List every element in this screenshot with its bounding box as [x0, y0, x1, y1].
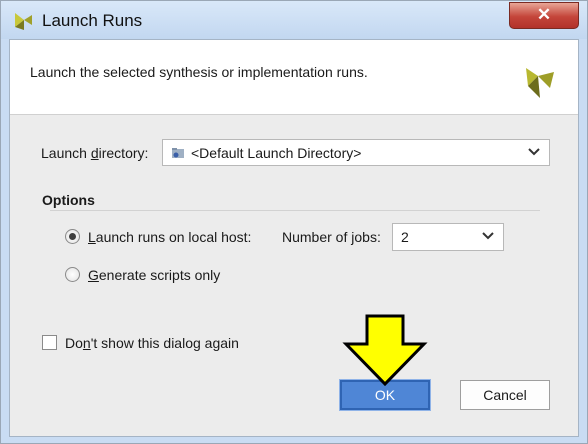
- dialog-description: Launch the selected synthesis or impleme…: [30, 64, 368, 80]
- header-band: Launch the selected synthesis or impleme…: [10, 40, 578, 115]
- generate-scripts-radio[interactable]: [65, 267, 80, 282]
- options-heading: Options: [42, 192, 95, 208]
- launch-local-host-radio[interactable]: [65, 229, 80, 244]
- close-icon: ✕: [536, 5, 552, 24]
- launch-local-host-label[interactable]: Launch runs on local host:: [88, 229, 251, 245]
- chevron-down-icon: [528, 148, 540, 156]
- window-title: Launch Runs: [42, 11, 143, 30]
- launch-runs-dialog: Launch Runs ✕ Launch the selected synthe…: [0, 0, 588, 444]
- launch-directory-label: Launch directory:: [41, 145, 149, 161]
- generate-scripts-label[interactable]: Generate scripts only: [88, 267, 220, 283]
- number-of-jobs-select[interactable]: 2: [392, 223, 504, 251]
- launch-directory-value: <Default Launch Directory>: [191, 145, 362, 161]
- launch-directory-select[interactable]: <Default Launch Directory>: [162, 139, 550, 166]
- vivado-app-icon: [15, 13, 32, 30]
- dialog-body: Launch the selected synthesis or impleme…: [9, 39, 579, 437]
- folder-icon: [172, 148, 184, 158]
- options-divider: [50, 210, 540, 211]
- close-button[interactable]: ✕: [509, 2, 579, 29]
- number-of-jobs-value: 2: [401, 229, 409, 245]
- dont-show-checkbox[interactable]: [42, 335, 57, 350]
- dont-show-label[interactable]: Don't show this dialog again: [65, 335, 239, 351]
- cancel-button[interactable]: Cancel: [460, 380, 550, 410]
- chevron-down-icon: [482, 232, 494, 240]
- title-bar[interactable]: Launch Runs ✕: [1, 1, 587, 39]
- radio-selected-dot: [69, 233, 76, 240]
- number-of-jobs-label: Number of jobs:: [282, 229, 381, 245]
- yellow-arrow-icon: [342, 314, 428, 386]
- vivado-logo-icon: [526, 68, 554, 98]
